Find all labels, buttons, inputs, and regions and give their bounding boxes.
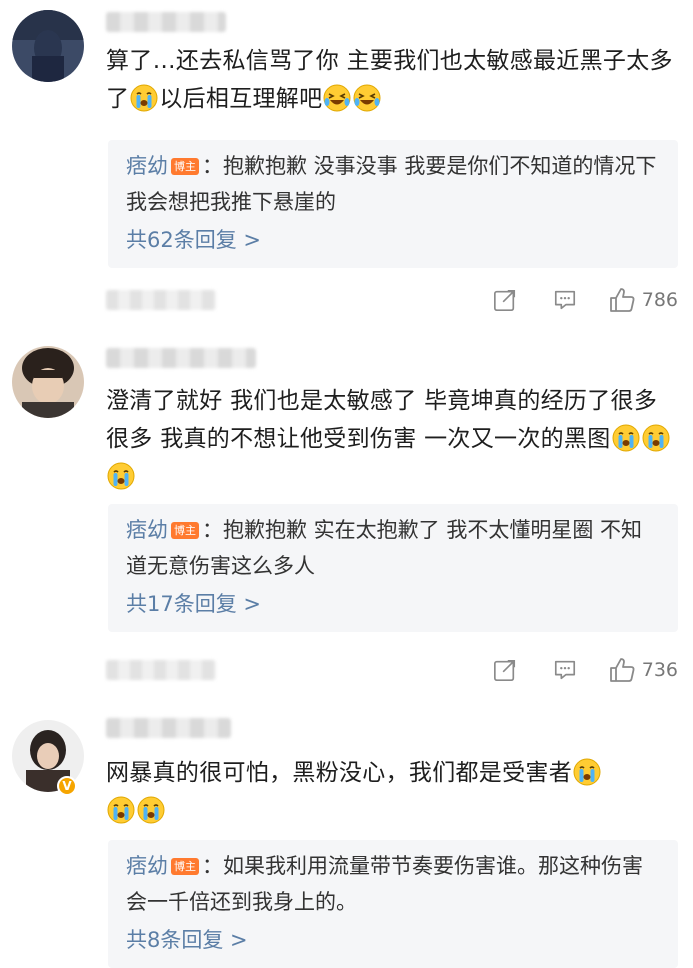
username[interactable] (106, 348, 256, 368)
reply-box[interactable]: 痞幼 博主 ：抱歉抱歉 实在太抱歉了 我不太懂明星圈 不知道无意伤害这么多人 共17… (108, 504, 678, 632)
like-button[interactable]: 736 (608, 656, 678, 684)
like-button[interactable]: 786 (608, 286, 678, 314)
share-button[interactable] (488, 288, 522, 312)
like-count: 736 (641, 659, 678, 681)
like-count: 786 (641, 289, 678, 311)
comment-feed: 算了…还去私信骂了你 主要我们也太敏感最近黑子太多了 以后相互理解吧 痞幼 博主 ：抱… (0, 0, 693, 968)
blogger-tag: 博主 (171, 858, 199, 875)
comment-icon (553, 658, 577, 682)
share-icon (493, 288, 517, 312)
reply-author[interactable]: 痞幼 (126, 854, 168, 878)
comment-button[interactable] (548, 658, 582, 682)
laughing-crying-emoji-icon (353, 84, 381, 112)
crying-emoji-icon (612, 424, 640, 452)
comment-text: 算了…还去私信骂了你 主要我们也太敏感最近黑子太多了 以后相互理解吧 (106, 48, 673, 112)
crying-emoji-icon (107, 462, 135, 490)
share-button[interactable] (488, 658, 522, 682)
thumbs-up-icon (608, 286, 636, 314)
blogger-tag: 博主 (171, 158, 199, 175)
comment-meta: 736 (106, 654, 678, 686)
verified-badge: V (57, 776, 77, 796)
action-bar: 786 (488, 284, 678, 316)
avatar[interactable] (12, 346, 84, 418)
share-icon (493, 658, 517, 682)
more-replies-link[interactable]: 共62条回复 > (126, 222, 660, 258)
reply-box[interactable]: 痞幼 博主 ：抱歉抱歉 没事没事 我要是你们不知道的情况下 我会想把我推下悬崖的 共… (108, 140, 678, 268)
crying-emoji-icon (642, 424, 670, 452)
reply-text: 痞幼 博主 ：抱歉抱歉 实在太抱歉了 我不太懂明星圈 不知道无意伤害这么多人 (126, 518, 643, 578)
crying-emoji-icon (130, 84, 158, 112)
laughing-crying-emoji-icon (323, 84, 351, 112)
crying-emoji-icon (107, 796, 135, 824)
crying-emoji-icon (137, 796, 165, 824)
timestamp (106, 660, 216, 680)
comment-button[interactable] (548, 288, 582, 312)
comment-icon (553, 288, 577, 312)
username[interactable] (106, 12, 226, 32)
avatar[interactable] (12, 10, 84, 82)
reply-author[interactable]: 痞幼 (126, 518, 168, 542)
reply-text: 痞幼 博主 ：如果我利用流量带节奏要伤害谁。那这种伤害会一千倍还到我身上的。 (126, 854, 643, 914)
more-replies-link[interactable]: 共17条回复 > (126, 586, 660, 622)
reply-box[interactable]: 痞幼 博主 ：如果我利用流量带节奏要伤害谁。那这种伤害会一千倍还到我身上的。 共8条… (108, 840, 678, 968)
thumbs-up-icon (608, 656, 636, 684)
timestamp (106, 290, 216, 310)
more-replies-link[interactable]: 共8条回复 > (126, 922, 660, 958)
blogger-tag: 博主 (171, 522, 199, 539)
comment-meta: 786 (106, 284, 678, 316)
crying-emoji-icon (573, 758, 601, 786)
comment-text: 澄清了就好 我们也是太敏感了 毕竟坤真的经历了很多很多 我真的不想让他受到伤害 … (106, 382, 676, 496)
comment-text: 网暴真的很可怕，黑粉没心，我们都是受害者 (106, 754, 676, 830)
reply-author[interactable]: 痞幼 (126, 154, 168, 178)
username[interactable] (106, 718, 231, 738)
reply-text: 痞幼 博主 ：抱歉抱歉 没事没事 我要是你们不知道的情况下 我会想把我推下悬崖的 (126, 154, 657, 214)
action-bar: 736 (488, 654, 678, 686)
